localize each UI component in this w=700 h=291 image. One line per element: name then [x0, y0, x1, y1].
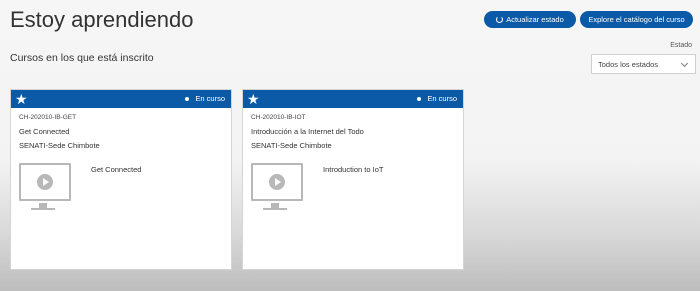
course-institution: SENATI-Sede Chimbote	[251, 141, 332, 150]
course-institution: SENATI-Sede Chimbote	[19, 141, 100, 150]
course-status-label: En curso	[427, 94, 457, 103]
course-code: CH-202010-IB-GET	[19, 114, 77, 121]
status-dot-icon	[417, 96, 422, 101]
course-card-header: ★ En curso	[11, 90, 231, 108]
page-title: Estoy aprendiendo	[10, 7, 194, 32]
course-status-label: En curso	[195, 94, 225, 103]
video-monitor-icon[interactable]	[19, 163, 71, 201]
course-card[interactable]: ★ En curso CH-202010-IB-IOT Introducción…	[242, 89, 464, 270]
status-filter-label: Estado	[670, 42, 692, 49]
status-filter-value: Todos los estados	[598, 59, 659, 69]
monitor-base	[31, 208, 55, 210]
course-media-title[interactable]: Get Connected	[91, 165, 141, 174]
status-filter-select[interactable]: Todos los estados	[591, 54, 696, 74]
monitor-base	[263, 208, 287, 210]
refresh-icon	[496, 16, 504, 23]
course-card[interactable]: ★ En curso CH-202010-IB-GET Get Connecte…	[10, 89, 232, 270]
course-media-title[interactable]: Introduction to IoT	[323, 165, 383, 174]
status-dot-icon	[185, 96, 190, 101]
star-icon[interactable]: ★	[247, 91, 260, 107]
course-card-header: ★ En curso	[243, 90, 463, 108]
refresh-status-button[interactable]: Actualizar estado	[484, 11, 576, 28]
page-subtitle: Cursos en los que está inscrito	[10, 52, 154, 64]
course-code: CH-202010-IB-IOT	[251, 114, 306, 121]
course-name[interactable]: Introducción a la Internet del Todo	[251, 127, 364, 136]
explore-catalog-button[interactable]: Explore el catálogo del curso	[580, 11, 693, 28]
course-name[interactable]: Get Connected	[19, 127, 69, 136]
chevron-down-icon	[680, 59, 689, 68]
course-status: En curso	[185, 94, 225, 103]
star-icon[interactable]: ★	[15, 91, 28, 107]
video-monitor-icon[interactable]	[251, 163, 303, 201]
course-status: En curso	[417, 94, 457, 103]
play-icon	[37, 174, 53, 190]
explore-catalog-label: Explore el catálogo del curso	[588, 15, 685, 24]
play-icon	[269, 174, 285, 190]
refresh-status-label: Actualizar estado	[506, 15, 564, 24]
